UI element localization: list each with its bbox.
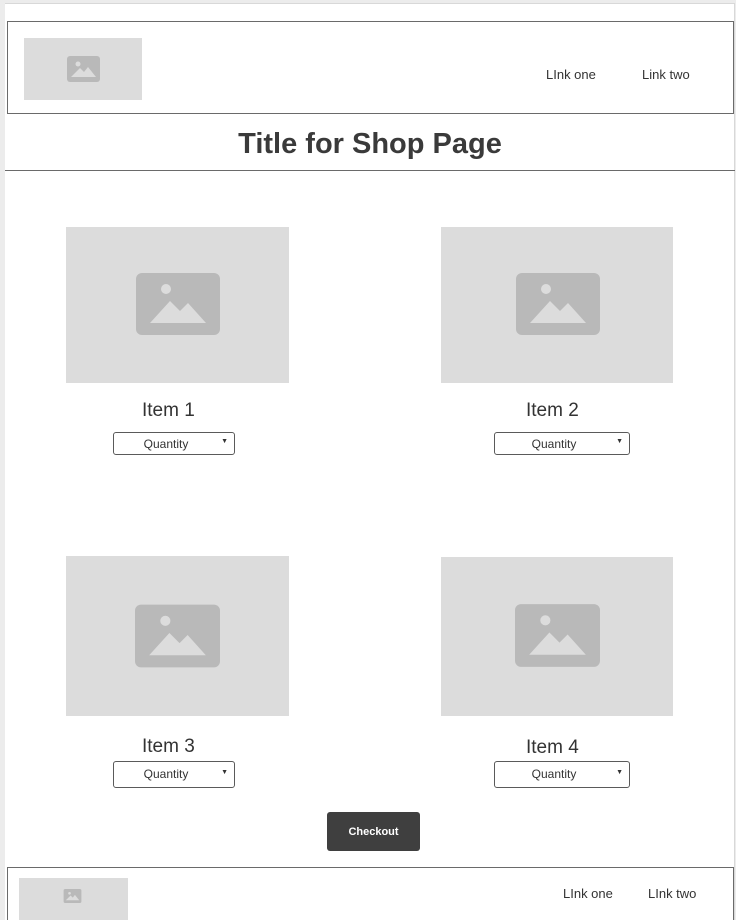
chevron-down-icon: ▼	[616, 769, 623, 776]
item-4-quantity-select[interactable]: Quantity ▼	[494, 761, 630, 788]
item-4-image[interactable]	[441, 557, 673, 716]
page-title: Title for Shop Page	[238, 128, 502, 160]
chevron-down-icon: ▼	[616, 438, 623, 445]
nav-link-one[interactable]: LInk one	[546, 67, 596, 82]
image-placeholder-icon	[135, 604, 220, 668]
image-placeholder-icon	[136, 273, 220, 335]
footer-logo[interactable]	[19, 878, 128, 920]
title-divider	[5, 170, 735, 171]
quantity-label: Quantity	[531, 437, 577, 451]
item-3-image[interactable]	[66, 556, 289, 716]
chevron-down-icon: ▼	[221, 438, 228, 445]
quantity-label: Quantity	[531, 767, 577, 781]
item-4-name: Item 4	[526, 737, 579, 758]
site-footer: LInk one LInk two	[7, 867, 734, 920]
item-1-quantity-select[interactable]: Quantity ▼	[113, 432, 235, 455]
image-placeholder-icon	[63, 889, 82, 903]
item-2-name: Item 2	[526, 400, 579, 421]
quantity-label: Quantity	[143, 767, 189, 781]
footer-link-two[interactable]: LInk two	[648, 886, 696, 901]
image-placeholder-icon	[516, 273, 600, 335]
site-header: LInk one Link two	[7, 21, 734, 114]
item-2-image[interactable]	[441, 227, 673, 383]
item-2-quantity-select[interactable]: Quantity ▼	[494, 432, 630, 455]
nav-link-two[interactable]: Link two	[642, 67, 690, 82]
chevron-down-icon: ▼	[221, 769, 228, 776]
item-1-image[interactable]	[66, 227, 289, 383]
image-placeholder-icon	[67, 56, 100, 82]
item-3-quantity-select[interactable]: Quantity ▼	[113, 761, 235, 788]
image-placeholder-icon	[515, 604, 600, 667]
footer-link-one[interactable]: LInk one	[563, 886, 613, 901]
checkout-button[interactable]: Checkout	[327, 812, 420, 851]
item-1-name: Item 1	[142, 400, 195, 421]
item-3-name: Item 3	[142, 736, 195, 757]
quantity-label: Quantity	[143, 437, 189, 451]
header-logo[interactable]	[24, 38, 142, 100]
